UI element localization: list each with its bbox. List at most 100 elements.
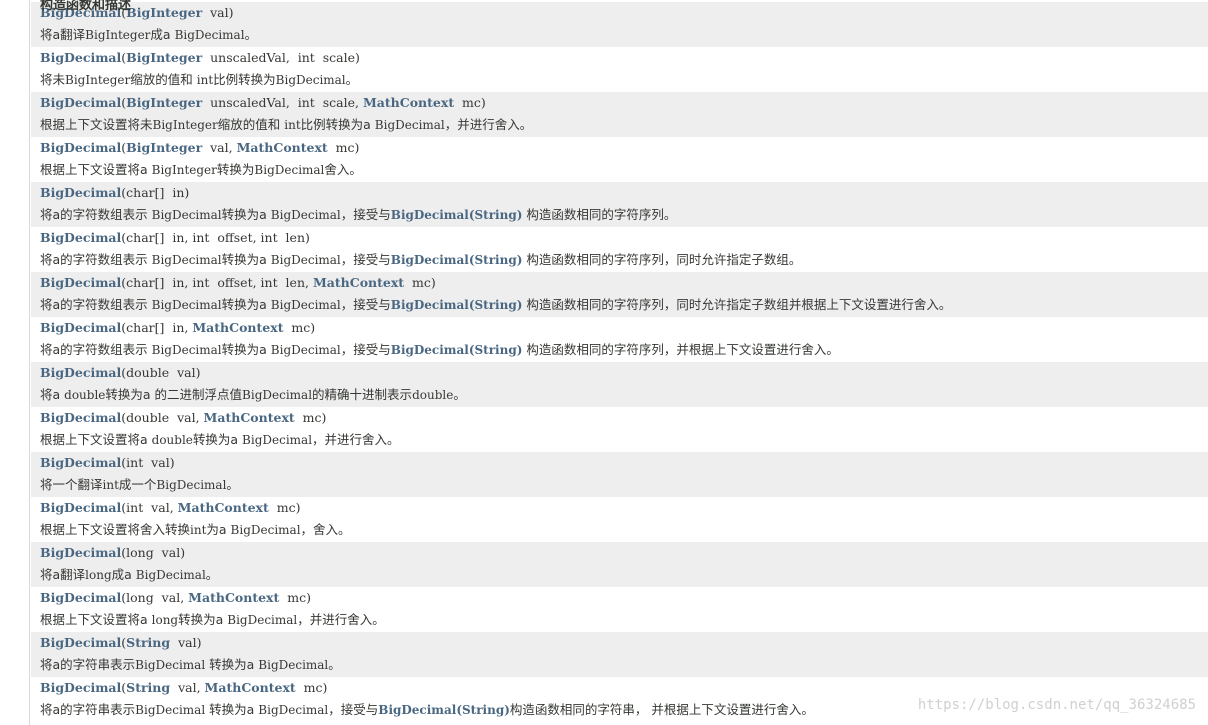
class-link[interactable]: String xyxy=(126,635,170,650)
class-link[interactable]: MathContext xyxy=(363,95,454,110)
class-link[interactable]: BigDecimal xyxy=(40,95,121,110)
signature-text: unscaledVal, int scale) xyxy=(202,50,360,65)
class-link[interactable]: BigDecimal xyxy=(40,410,121,425)
description-text: 转换为a xyxy=(221,252,271,267)
description-text: 舍入。 xyxy=(324,162,362,177)
class-link[interactable]: MathContext xyxy=(204,410,295,425)
description-text: 将a的字符串表示 xyxy=(40,657,136,672)
signature-text: mc) xyxy=(295,680,328,695)
signature-text: (char[] in, int offset, int len) xyxy=(121,230,310,245)
description-text: 构造函数相同的字符串， 并根据上下文设置进行舍入。 xyxy=(509,702,814,717)
constructor-description: 将a的字符数组表示 BigDecimal转换为a BigDecimal，接受与B… xyxy=(40,341,839,359)
description-text: 转换为a xyxy=(205,702,259,717)
description-text: 根据上下文设置将舍入转换 xyxy=(40,522,191,537)
class-link[interactable]: BigDecimal xyxy=(40,455,121,470)
code-text: BigDecimal xyxy=(270,343,341,357)
constructor-link[interactable]: BigDecimal(String) xyxy=(391,343,523,357)
constructor-row: BigDecimal(char[] in) 将a的字符数组表示 BigDecima… xyxy=(31,182,1208,227)
class-link[interactable]: MathContext xyxy=(188,590,279,605)
class-link[interactable]: BigDecimal xyxy=(40,275,121,290)
class-link[interactable]: BigDecimal xyxy=(40,680,121,695)
class-link[interactable]: BigInteger xyxy=(126,95,202,110)
code-text: BigDecimal xyxy=(151,298,222,312)
code-text: int xyxy=(102,478,119,492)
signature-text: mc) xyxy=(283,320,316,335)
code-text: BigDecimal xyxy=(270,253,341,267)
description-text: ，并进行舍入。 xyxy=(297,612,385,627)
class-link[interactable]: MathContext xyxy=(313,275,404,290)
signature-text: mc) xyxy=(404,275,436,290)
description-text: ，接受与 xyxy=(340,252,391,267)
constructor-row: BigDecimal(BigInteger val, MathContext m… xyxy=(31,137,1208,182)
class-link[interactable]: MathContext xyxy=(178,500,269,515)
code-text: int xyxy=(190,523,207,537)
class-link[interactable]: BigDecimal xyxy=(40,500,121,515)
signature-text: (char[] in, int offset, int len, xyxy=(121,275,313,290)
constructor-signature: BigDecimal(BigInteger unscaledVal, int s… xyxy=(40,49,360,67)
description-text: 。 xyxy=(226,477,239,492)
code-text: BigInteger xyxy=(151,163,217,177)
constructor-signature: BigDecimal(char[] in, int offset, int le… xyxy=(40,229,310,247)
class-link[interactable]: BigInteger xyxy=(126,140,202,155)
constructor-description: 根据上下文设置将未BigInteger缩放的值和 int比例转换为a BigDe… xyxy=(40,116,532,134)
constructor-row: BigDecimal(String val) 将a的字符串表示BigDecimal… xyxy=(31,632,1208,677)
code-text: BigDecimal xyxy=(230,523,301,537)
class-link[interactable]: BigDecimal xyxy=(40,140,121,155)
constructor-signature: BigDecimal(String val) xyxy=(40,634,201,652)
code-text: BigInteger xyxy=(85,28,151,42)
description-text: 将a的字符串表示 xyxy=(40,702,136,717)
class-link[interactable]: MathContext xyxy=(192,320,283,335)
description-text: 转换为a xyxy=(192,432,243,447)
code-text: BigDecimal xyxy=(151,208,222,222)
description-text: 。 xyxy=(244,27,258,42)
signature-text: val, xyxy=(170,680,205,695)
constructor-link[interactable]: BigDecimal(String) xyxy=(378,703,510,717)
description-text: 。 xyxy=(345,72,359,87)
code-text: int xyxy=(284,118,301,132)
class-link[interactable]: BigDecimal xyxy=(40,635,121,650)
class-link[interactable]: BigDecimal xyxy=(40,365,121,380)
description-text: 的精确十进制表示 xyxy=(312,387,413,402)
constructor-link[interactable]: BigDecimal(String) xyxy=(391,208,523,222)
constructor-description: 将a的字符串表示BigDecimal 转换为a BigDecimal。 xyxy=(40,656,341,674)
class-link[interactable]: MathContext xyxy=(237,140,328,155)
description-text: 将a的字符数组表示 xyxy=(40,207,152,222)
description-text: 。 xyxy=(328,657,341,672)
description-text: ，接受与 xyxy=(328,702,379,717)
description-text: 转换为a xyxy=(221,297,271,312)
constructor-link[interactable]: BigDecimal(String) xyxy=(391,253,523,267)
class-link[interactable]: BigDecimal xyxy=(40,230,121,245)
signature-text: (char[] in) xyxy=(121,185,190,200)
signature-text: (int val) xyxy=(121,455,175,470)
signature-text: unscaledVal, int scale, xyxy=(202,95,363,110)
description-text: 构造函数相同的字符序列，并根据上下文设置进行舍入。 xyxy=(522,342,839,357)
code-text: BigDecimal xyxy=(374,118,445,132)
description-text: ，并进行舍入。 xyxy=(444,117,533,132)
description-text: 缩放的值和 xyxy=(217,117,285,132)
description-text: 转换为 xyxy=(216,162,255,177)
code-text: BigDecimal xyxy=(270,298,341,312)
class-link[interactable]: BigDecimal xyxy=(40,590,121,605)
class-link[interactable]: String xyxy=(126,680,170,695)
class-link[interactable]: BigDecimal xyxy=(40,50,121,65)
class-link[interactable]: MathContext xyxy=(205,680,296,695)
code-text: BigDecimal xyxy=(275,73,346,87)
code-text: double xyxy=(151,433,193,447)
constructor-signature: BigDecimal(char[] in) xyxy=(40,184,189,202)
description-text: 将a的字符数组表示 xyxy=(40,342,152,357)
class-link[interactable]: BigDecimal xyxy=(40,185,121,200)
constructor-description: 将a翻译long成a BigDecimal。 xyxy=(40,566,218,584)
class-link[interactable]: BigDecimal xyxy=(40,320,121,335)
code-text: BigDecimal xyxy=(174,28,245,42)
description-text: ，并进行舍入。 xyxy=(312,432,400,447)
constructor-row: BigDecimal(double val) 将a double转换为a 的二进制… xyxy=(31,362,1208,407)
signature-text: val) xyxy=(202,5,234,20)
class-link[interactable]: BigDecimal xyxy=(40,545,121,560)
description-text: 根据上下文设置将a xyxy=(40,162,152,177)
constructor-signature: BigDecimal(BigInteger val, MathContext m… xyxy=(40,139,359,157)
code-text: BigDecimal xyxy=(156,478,227,492)
code-text: int xyxy=(196,73,214,87)
class-link[interactable]: BigInteger xyxy=(126,50,202,65)
class-link[interactable]: BigInteger xyxy=(126,5,202,20)
constructor-link[interactable]: BigDecimal(String) xyxy=(391,298,523,312)
